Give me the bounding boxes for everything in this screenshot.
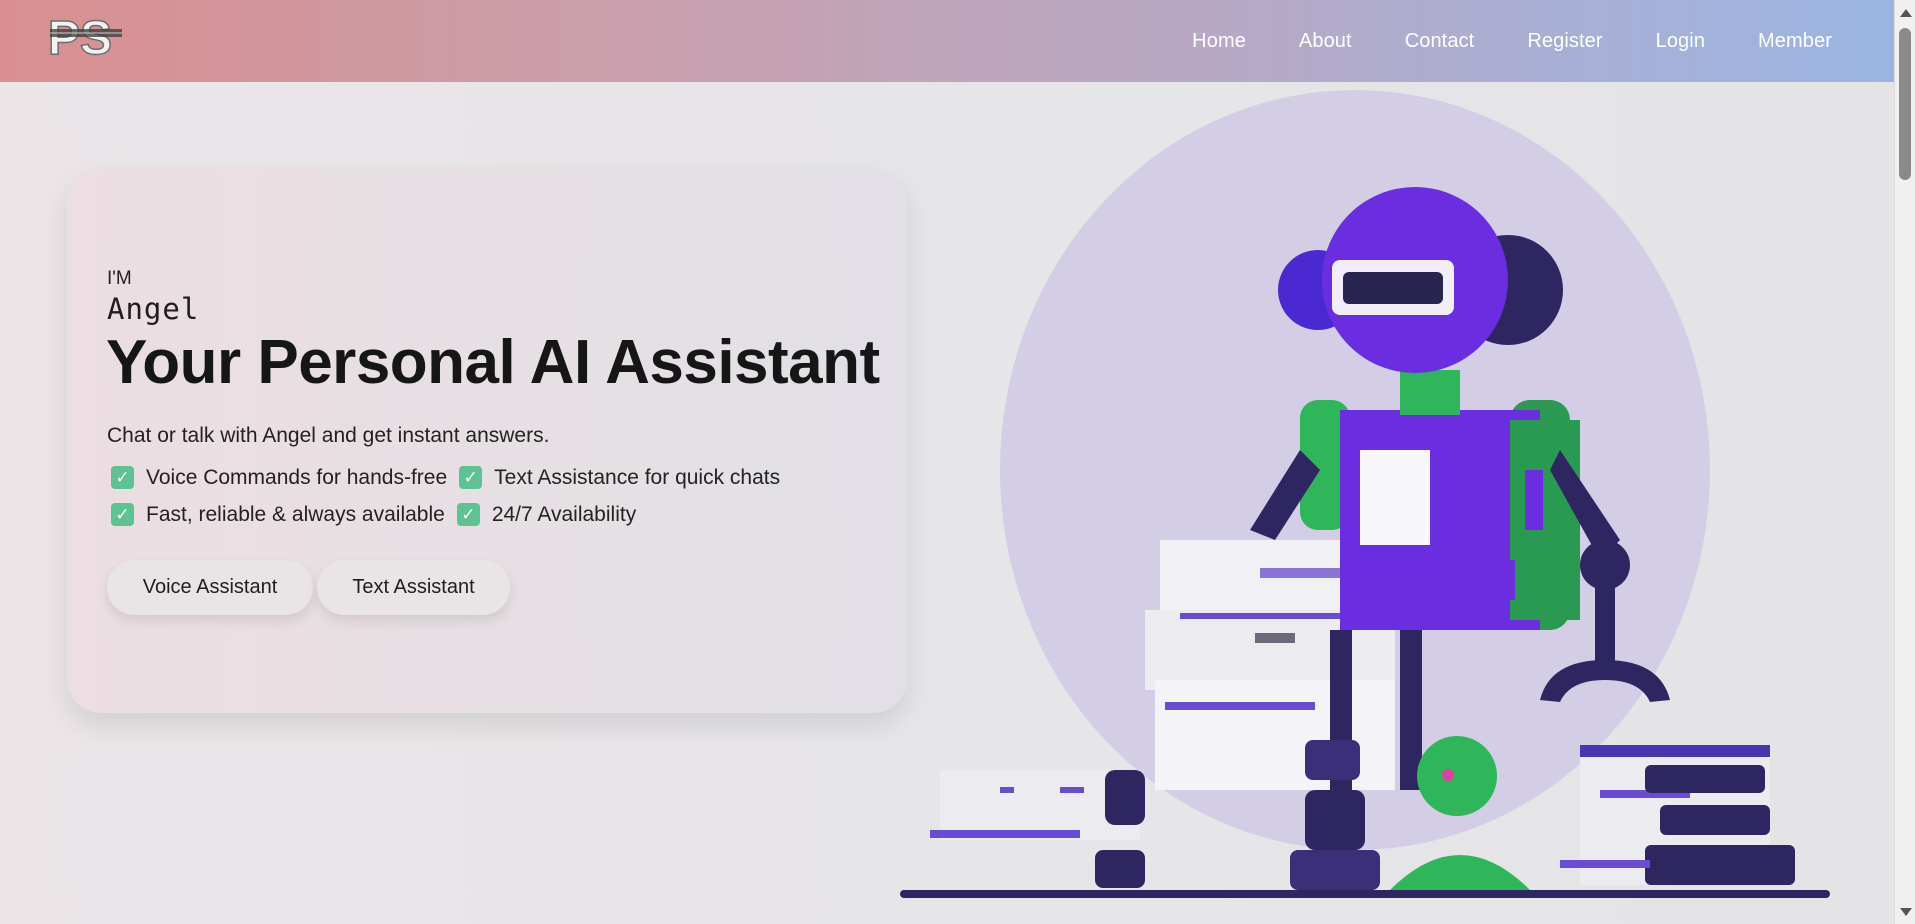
feature-text: Voice Commands for hands-free — [146, 465, 448, 489]
intro-label: I'M — [107, 268, 132, 289]
ps-logo-icon[interactable]: PS — [46, 12, 126, 62]
feature-item: ✓ Fast, reliable & always available — [107, 503, 445, 527]
page: PS Home About Contact Register Login Mem… — [0, 0, 1915, 924]
feature-item: ✓ 24/7 Availability — [453, 503, 636, 527]
feature-item: ✓ Voice Commands for hands-free — [107, 466, 447, 490]
check-box-icon: ✓ — [111, 466, 134, 489]
nav-links: Home About Contact Register Login Member — [1139, 0, 1832, 82]
feature-row: ✓ Fast, reliable & always available ✓ 24… — [107, 496, 887, 533]
hero-subtitle: Chat or talk with Angel and get instant … — [107, 424, 550, 447]
check-box-icon: ✓ — [459, 466, 483, 489]
scroll-down-arrow-icon[interactable] — [1900, 908, 1912, 916]
robot-body — [1300, 370, 1580, 630]
book-stack-left — [930, 770, 1145, 888]
book-stack-right — [1560, 745, 1795, 885]
feature-text: Text Assistance for quick chats — [494, 465, 781, 489]
assistant-name: Angel — [107, 292, 200, 326]
nav-about-link[interactable]: About — [1299, 30, 1352, 53]
check-box-icon: ✓ — [111, 503, 134, 526]
feature-list: ✓ Voice Commands for hands-free ✓ Text A… — [107, 459, 887, 533]
nav-login-link[interactable]: Login — [1656, 30, 1705, 53]
feature-text: Fast, reliable & always available — [146, 502, 445, 526]
scroll-thumb[interactable] — [1899, 28, 1911, 180]
nav-member-link[interactable]: Member — [1758, 30, 1832, 53]
nav-contact-link[interactable]: Contact — [1405, 30, 1475, 53]
text-assistant-button[interactable]: Text Assistant — [317, 560, 510, 615]
feature-text: 24/7 Availability — [491, 502, 637, 526]
hero-buttons: Voice Assistant Text Assistant — [107, 560, 510, 615]
page-scrollbar[interactable] — [1894, 0, 1915, 924]
robot-illustration — [900, 90, 1830, 898]
top-navbar: PS Home About Contact Register Login Mem… — [0, 0, 1894, 82]
hero-headline: Your Personal AI Assistant — [106, 328, 880, 397]
nav-register-link[interactable]: Register — [1527, 30, 1602, 53]
feature-row: ✓ Voice Commands for hands-free ✓ Text A… — [107, 459, 887, 496]
scroll-up-arrow-icon[interactable] — [1900, 9, 1912, 17]
nav-home-link[interactable]: Home — [1192, 30, 1246, 53]
check-box-icon: ✓ — [456, 503, 480, 526]
voice-assistant-button[interactable]: Voice Assistant — [107, 560, 313, 615]
feature-item: ✓ Text Assistance for quick chats — [455, 466, 780, 490]
